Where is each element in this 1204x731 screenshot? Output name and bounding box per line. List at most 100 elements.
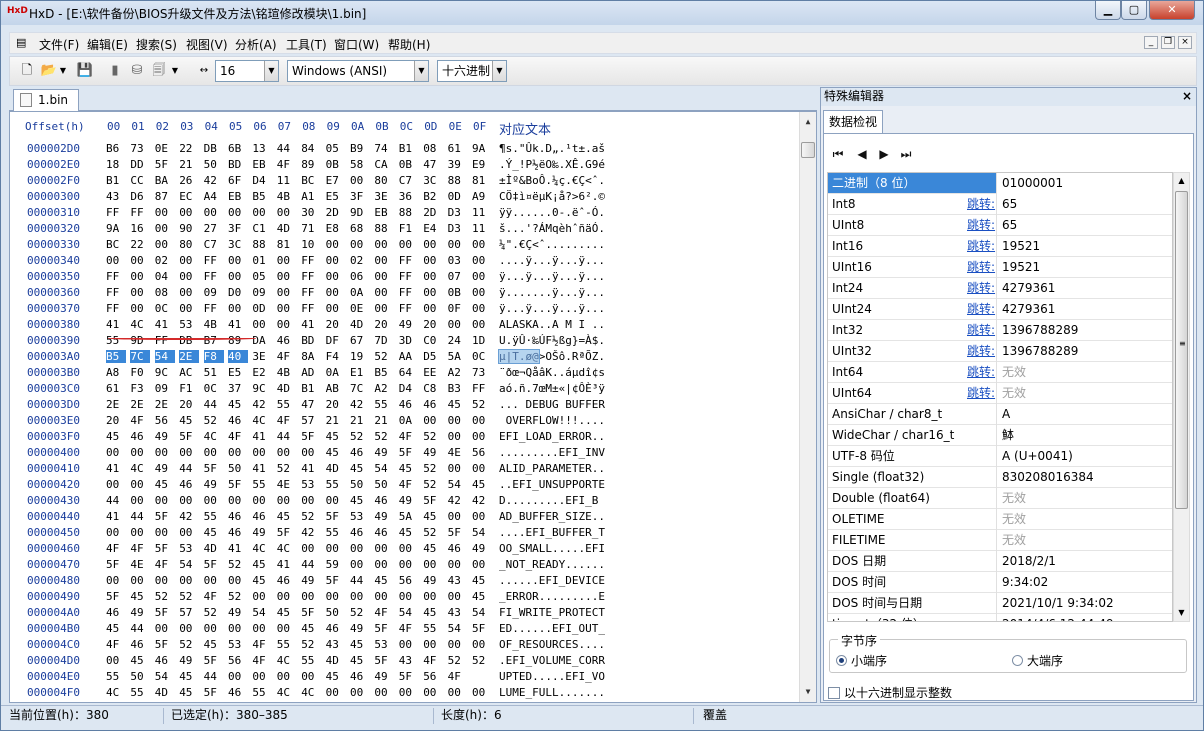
hex-byte[interactable]: EE — [423, 366, 443, 379]
hex-byte[interactable]: 5F — [155, 638, 175, 651]
row-text[interactable]: EFI_LOAD_ERROR.. — [499, 430, 605, 443]
hex-byte[interactable]: 00 — [204, 494, 224, 507]
hex-byte[interactable]: FF — [204, 270, 224, 283]
hex-byte[interactable]: 00 — [448, 558, 468, 571]
hex-byte[interactable]: 08 — [155, 286, 175, 299]
hex-byte[interactable]: 45 — [326, 446, 346, 459]
hex-byte[interactable]: 21 — [350, 414, 370, 427]
hex-byte[interactable]: F4 — [326, 350, 346, 363]
hex-byte[interactable]: 52 — [228, 590, 248, 603]
hex-byte[interactable]: 44 — [350, 574, 370, 587]
hex-byte[interactable]: 00 — [277, 286, 297, 299]
hex-byte[interactable]: 53 — [228, 638, 248, 651]
scroll-thumb[interactable]: ≡ — [1175, 191, 1188, 509]
hex-byte[interactable]: 45 — [204, 526, 224, 539]
hex-byte[interactable]: 7C — [130, 350, 151, 363]
hex-byte[interactable]: 02 — [350, 254, 370, 267]
hex-byte[interactable]: 5F — [301, 606, 321, 619]
hex-byte[interactable]: 45 — [130, 590, 150, 603]
inspector-row[interactable]: UInt24 跳转: 4279361 — [828, 299, 1172, 320]
scroll-down-icon[interactable]: ▼ — [800, 684, 816, 700]
inspector-row[interactable]: UInt8 跳转: 65 — [828, 215, 1172, 236]
hex-byte[interactable]: 09 — [204, 286, 224, 299]
hex-byte[interactable]: 45 — [204, 638, 224, 651]
hex-byte[interactable]: 00 — [179, 622, 199, 635]
hex-byte[interactable]: B1 — [106, 174, 126, 187]
hex-byte[interactable]: 45 — [130, 654, 150, 667]
hex-byte[interactable]: 52 — [374, 350, 394, 363]
inspector-value[interactable]: 䱁 — [1002, 425, 1014, 445]
hex-byte[interactable]: 54 — [472, 526, 492, 539]
inspector-row[interactable]: DOS 时间 9:34:02 — [828, 572, 1172, 593]
charset-select[interactable]: Windows (ANSI) ▼ — [287, 60, 429, 82]
hex-byte[interactable]: FF — [106, 206, 126, 219]
hex-byte[interactable]: 00 — [472, 462, 492, 475]
row-text[interactable]: ÿÿ......0-.ëˆ-Ó. — [499, 206, 605, 219]
hex-byte[interactable]: 46 — [350, 446, 370, 459]
hex-byte[interactable]: 00 — [301, 670, 321, 683]
hex-byte[interactable]: 5F — [204, 558, 224, 571]
offset-base-select[interactable]: 十六进制 ▼ — [437, 60, 507, 82]
hex-byte[interactable]: 41 — [277, 558, 297, 571]
hex-byte[interactable]: 55 — [130, 686, 150, 699]
hex-byte[interactable]: 4D — [350, 318, 370, 331]
hex-byte[interactable]: 49 — [399, 494, 419, 507]
bytes-per-row-select[interactable]: 16 ▼ — [215, 60, 279, 82]
hex-byte[interactable]: FF — [301, 302, 321, 315]
hex-byte[interactable]: A8 — [106, 366, 126, 379]
hex-byte[interactable]: 46 — [277, 574, 297, 587]
hex-byte[interactable]: 3C — [423, 174, 443, 187]
hex-byte[interactable]: 45 — [155, 478, 175, 491]
hex-byte[interactable]: 52 — [350, 606, 370, 619]
hex-byte[interactable]: C7 — [204, 238, 224, 251]
hex-byte[interactable]: 00 — [472, 302, 492, 315]
hex-byte[interactable]: 46 — [106, 606, 126, 619]
hex-byte[interactable]: 0E — [155, 142, 175, 155]
hex-byte[interactable]: 00 — [228, 622, 248, 635]
big-endian-radio[interactable]: 大端序 — [1012, 652, 1063, 669]
hex-byte[interactable]: 55 — [277, 638, 297, 651]
hex-byte[interactable]: 45 — [179, 670, 199, 683]
hex-byte[interactable]: 52 — [204, 606, 224, 619]
hex-byte[interactable]: 50 — [350, 478, 370, 491]
hex-byte[interactable]: 45 — [106, 430, 126, 443]
hex-byte[interactable]: B5 — [106, 350, 126, 363]
hex-byte[interactable]: E5 — [326, 190, 346, 203]
hex-byte[interactable]: D5 — [423, 350, 443, 363]
hex-byte[interactable]: 44 — [277, 142, 297, 155]
hex-byte[interactable]: 40 — [228, 350, 248, 363]
hex-byte[interactable]: 20 — [374, 318, 394, 331]
hex-byte[interactable]: 00 — [301, 590, 321, 603]
hex-byte[interactable]: 42 — [350, 398, 370, 411]
jump-link[interactable]: 跳转: — [967, 194, 995, 214]
hex-byte[interactable]: 4F — [155, 558, 175, 571]
hex-byte[interactable]: FF — [301, 286, 321, 299]
hex-byte[interactable]: 00 — [326, 238, 346, 251]
hex-byte[interactable]: 49 — [179, 654, 199, 667]
hex-byte[interactable]: 00 — [374, 558, 394, 571]
inspector-value[interactable]: 830208016384 — [1002, 467, 1094, 487]
inspector-row[interactable]: UInt64 跳转: 无效 — [828, 383, 1172, 404]
inspector-value[interactable]: 9:34:02 — [1002, 572, 1048, 592]
hex-byte[interactable]: 45 — [301, 622, 321, 635]
jump-link[interactable]: 跳转: — [967, 215, 995, 235]
hex-byte[interactable]: 45 — [472, 478, 492, 491]
hex-byte[interactable]: 0D — [448, 190, 468, 203]
hex-byte[interactable]: 46 — [350, 526, 370, 539]
properties-dropdown-icon[interactable]: ▼ — [170, 62, 180, 80]
hex-byte[interactable]: 3D — [399, 334, 419, 347]
hex-byte[interactable]: 00 — [252, 494, 272, 507]
hex-byte[interactable]: BC — [106, 238, 126, 251]
hex-byte[interactable]: 45 — [252, 558, 272, 571]
hex-byte[interactable]: FF — [106, 302, 126, 315]
hex-byte[interactable]: E2 — [252, 366, 272, 379]
hex-byte[interactable]: 4C — [130, 462, 150, 475]
hex-byte[interactable]: 9C — [155, 366, 175, 379]
hex-byte[interactable]: A4 — [204, 190, 224, 203]
hex-byte[interactable]: 89 — [301, 158, 321, 171]
mdi-doc-icon[interactable]: ▤ — [16, 36, 26, 49]
hex-byte[interactable]: 5F — [155, 510, 175, 523]
hex-byte[interactable]: 41 — [155, 318, 175, 331]
hex-byte[interactable]: 88 — [252, 238, 272, 251]
hex-byte[interactable]: 00 — [106, 254, 126, 267]
